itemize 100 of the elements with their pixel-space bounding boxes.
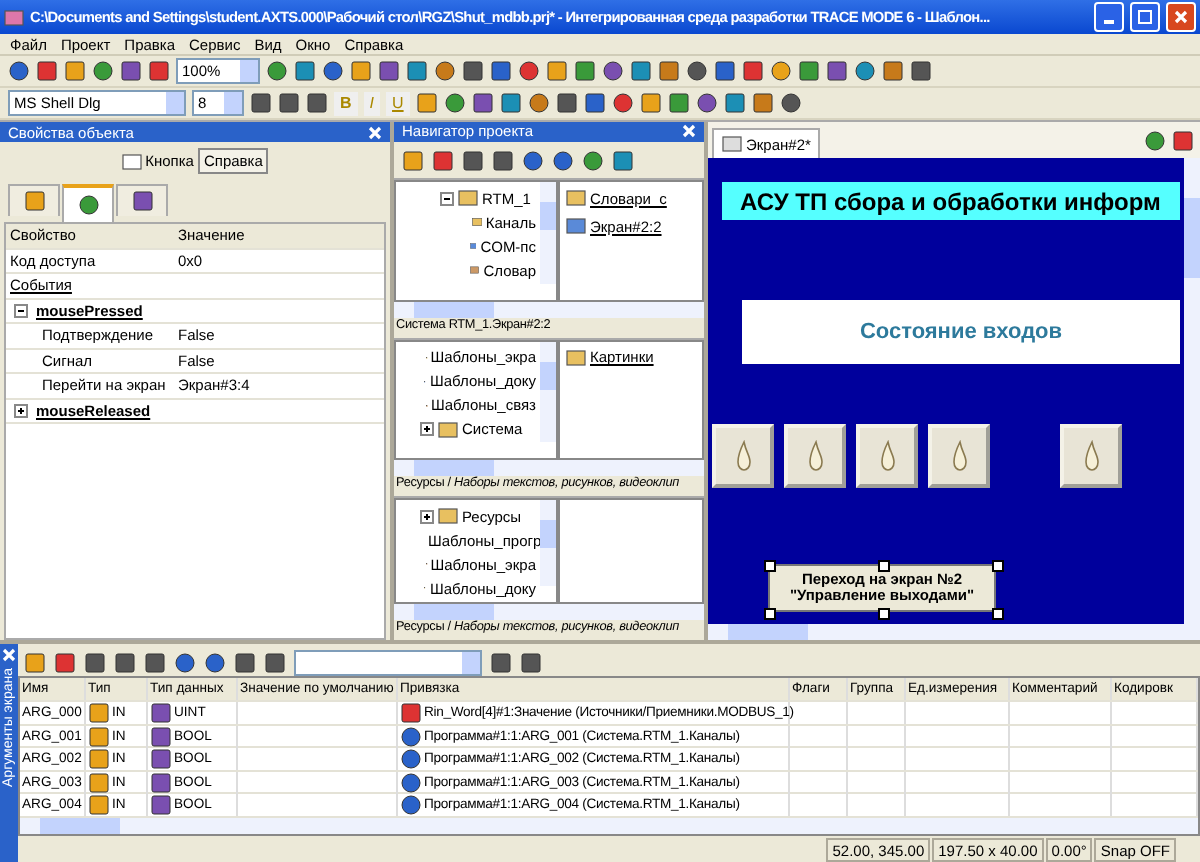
tool-icon[interactable] [492,149,514,172]
selection-handle[interactable] [878,608,890,620]
tool-icon[interactable] [686,60,708,82]
tool-icon[interactable] [910,60,932,82]
tool-icon[interactable] [695,92,718,114]
properties-tab[interactable] [62,184,114,222]
tab-icon[interactable] [77,194,99,216]
scrollbar[interactable] [708,624,1200,640]
tool-icon[interactable] [574,60,596,82]
tool-icon[interactable] [714,60,736,82]
tool-icon[interactable] [854,60,876,82]
scrollbar[interactable] [540,341,556,443]
tool-icon[interactable] [471,92,494,114]
tool-icon[interactable] [322,60,344,82]
tool-icon[interactable] [266,60,288,82]
type-icon[interactable] [150,702,172,724]
program-icon[interactable] [400,748,422,770]
tool-icon[interactable] [148,60,170,82]
tool-icon[interactable] [552,149,574,172]
tool-icon[interactable] [434,60,456,82]
expand-icon[interactable] [14,403,28,418]
selection-handle[interactable] [764,560,776,572]
tool-icon[interactable] [667,92,690,114]
collapse-icon[interactable] [14,303,28,318]
refresh-icon[interactable] [1144,129,1166,151]
tool-icon[interactable] [723,92,746,114]
selection-handle[interactable] [992,608,1004,620]
scrollbar[interactable] [394,460,704,477]
tool-icon[interactable] [582,149,604,172]
tab-icon[interactable] [23,190,45,212]
scrollbar[interactable] [540,182,556,284]
tool-icon[interactable] [24,651,46,673]
tool-icon[interactable] [522,149,544,172]
tool-icon[interactable] [462,149,484,172]
tool-icon[interactable] [462,60,484,82]
program-icon[interactable] [400,725,422,747]
expand-icon[interactable] [420,509,434,524]
minimize-button[interactable] [1094,2,1124,32]
tool-icon[interactable] [490,60,512,82]
tool-icon[interactable] [499,92,522,114]
tool-icon[interactable] [64,60,86,82]
tool-icon[interactable] [174,651,196,673]
tool-icon[interactable] [443,92,466,114]
scrollbar[interactable] [394,604,704,621]
selection-handle[interactable] [992,560,1004,572]
tool-icon[interactable] [546,60,568,82]
tool-icon[interactable] [114,651,136,673]
tool-icon[interactable] [294,60,316,82]
align-icon[interactable] [250,92,272,114]
type-icon[interactable] [150,725,172,747]
tool-icon[interactable] [406,60,428,82]
tool-icon[interactable] [350,60,372,82]
tool-icon[interactable] [378,60,400,82]
channel-icon[interactable] [400,702,422,724]
program-icon[interactable] [400,794,422,816]
tool-icon[interactable] [432,149,454,172]
tool-icon[interactable] [751,92,774,114]
close-button[interactable] [1166,2,1196,32]
properties-tab[interactable] [8,184,60,216]
tool-icon[interactable] [518,60,540,82]
selection-handle[interactable] [878,560,890,572]
tool-icon[interactable] [602,60,624,82]
selection-handle[interactable] [764,608,776,620]
tool-icon[interactable] [612,149,634,172]
close-icon[interactable] [1172,129,1194,151]
tool-icon[interactable] [826,60,848,82]
type-icon[interactable] [150,748,172,770]
tool-icon[interactable] [415,92,438,114]
tool-icon[interactable] [36,60,58,82]
tool-icon[interactable] [84,651,106,673]
tool-icon[interactable] [120,60,142,82]
align-icon[interactable] [306,92,328,114]
tool-icon[interactable] [490,651,512,673]
tool-icon[interactable] [658,60,680,82]
scrollbar[interactable] [20,818,1198,834]
tool-icon[interactable] [779,92,802,114]
properties-tab[interactable] [116,184,168,216]
tool-icon[interactable] [204,651,226,673]
tool-icon[interactable] [54,651,76,673]
tool-icon[interactable] [742,60,764,82]
tool-icon[interactable] [798,60,820,82]
tool-icon[interactable] [520,651,542,673]
tool-icon[interactable] [770,60,792,82]
tool-icon[interactable] [264,651,286,673]
tool-icon[interactable] [234,651,256,673]
program-icon[interactable] [400,771,422,793]
align-icon[interactable] [278,92,300,114]
tab-icon[interactable] [131,190,153,212]
scrollbar[interactable] [540,500,556,587]
expand-icon[interactable] [420,422,434,437]
tool-icon[interactable] [8,60,30,82]
tool-icon[interactable] [402,149,424,172]
tool-icon[interactable] [144,651,166,673]
collapse-icon[interactable] [440,191,454,206]
type-icon[interactable] [150,794,172,816]
tool-icon[interactable] [639,92,662,114]
maximize-button[interactable] [1130,2,1160,32]
tool-icon[interactable] [882,60,904,82]
tool-icon[interactable] [527,92,550,114]
tool-icon[interactable] [630,60,652,82]
